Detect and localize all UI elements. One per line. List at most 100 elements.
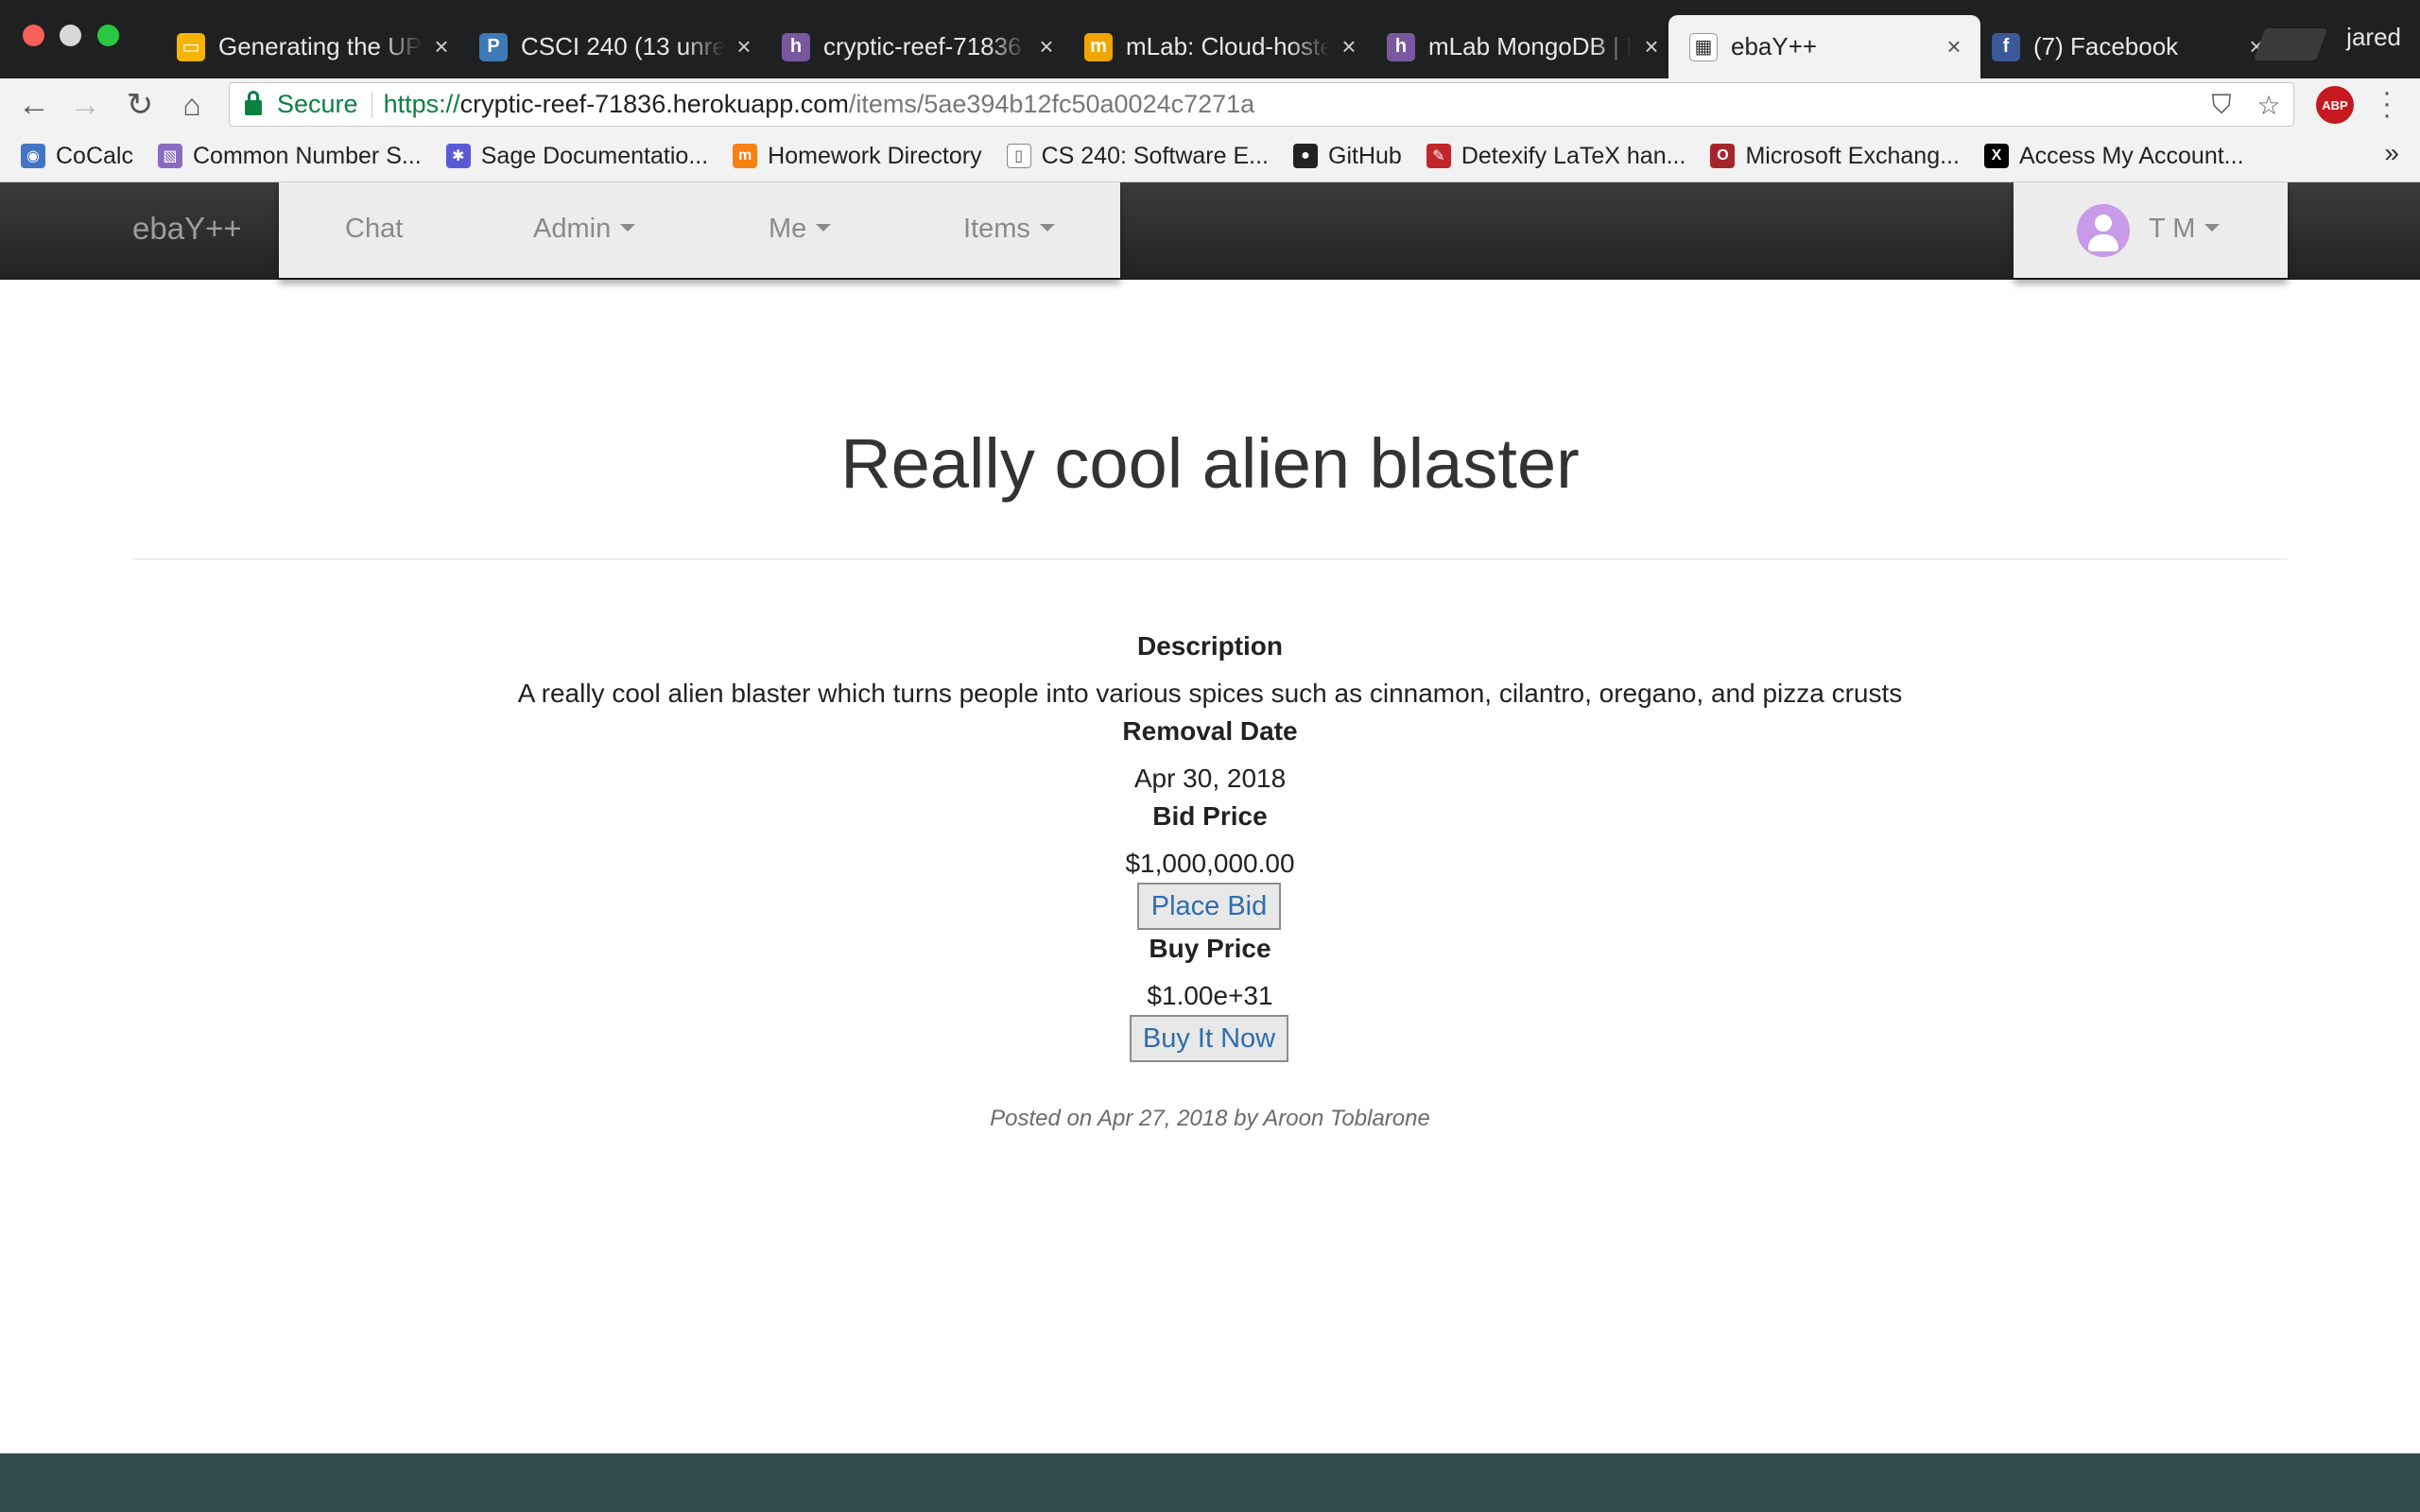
nav-menu: Chat Admin Me Items	[279, 182, 1120, 278]
posted-info: Posted on Apr 27, 2018 by Aroon Toblaron…	[990, 1106, 1430, 1131]
buy-price-label: Buy Price	[1149, 934, 1271, 963]
site-favicon: ▦	[1689, 32, 1718, 61]
nav-item-label: Items	[963, 214, 1030, 244]
shield-blocked-icon[interactable]: ⛉	[2204, 90, 2238, 120]
browser-tab[interactable]: ▭ Generating the UP ×	[156, 15, 468, 78]
browser-tab[interactable]: f (7) Facebook ×	[1971, 15, 2283, 78]
url-host: cryptic-reef-71836.herokuapp.com	[459, 90, 849, 118]
nav-item-admin[interactable]: Admin	[533, 214, 636, 245]
site-navbar: ebaY++ Chat Admin Me Items T M	[0, 182, 2420, 280]
github-icon: ●	[1293, 144, 1318, 168]
home-icon[interactable]: ⌂	[173, 86, 211, 124]
profile-name[interactable]: jared	[2346, 23, 2401, 52]
tab-title: mLab MongoDB | Heroku	[1428, 32, 1633, 60]
bookmark-label: Sage Documentatio...	[480, 142, 709, 169]
adblock-plus-icon[interactable]: ABP	[2316, 86, 2354, 124]
bookmark-item[interactable]: ✎ Detexify LaTeX han...	[1426, 142, 1686, 170]
browser-tab[interactable]: h cryptic-reef-71836 ×	[761, 15, 1073, 78]
sage-icon: ✱	[445, 144, 471, 168]
title-divider	[132, 558, 2288, 559]
new-tab-button[interactable]	[2253, 28, 2328, 60]
url-path: /items/5ae394b12fc50a0024c7271a	[848, 90, 1255, 118]
bookmark-label: CoCalc	[56, 142, 133, 169]
nav-item-me[interactable]: Me	[769, 214, 832, 245]
browser-tab-bar: ▭Generating the UP×PCSCI 240 (13 unread)…	[0, 0, 2420, 78]
bookmark-item[interactable]: m Homework Directory	[733, 142, 982, 170]
facebook-icon: f	[1992, 32, 2020, 61]
place-bid-button[interactable]: Place Bid	[1137, 883, 1281, 930]
tab-title: (7) Facebook	[2033, 32, 2179, 60]
caret-down-icon	[2204, 224, 2221, 232]
image-icon: ▧	[157, 144, 182, 168]
heroku-icon: h	[1387, 32, 1415, 61]
bookmark-label: Detexify LaTeX han...	[1461, 142, 1686, 169]
bookmark-item[interactable]: O Microsoft Exchang...	[1710, 142, 1960, 170]
nav-item-label: Me	[769, 214, 807, 244]
user-initials: T M	[2149, 214, 2221, 245]
browser-tab[interactable]: m mLab: Cloud-hosted ×	[1063, 15, 1375, 78]
bookmark-label: Common Number S...	[192, 142, 422, 169]
bookmark-label: Microsoft Exchang...	[1745, 142, 1960, 169]
tab-title: ebaY++	[1731, 32, 1818, 60]
cocalc-icon: ◉	[21, 144, 45, 168]
nav-item-items[interactable]: Items	[963, 214, 1055, 245]
removal-date-label: Removal Date	[1122, 716, 1298, 746]
secure-label: Secure	[277, 90, 358, 118]
bookmark-item[interactable]: ▯ CS 240: Software E...	[1006, 142, 1269, 170]
caret-down-icon	[620, 224, 636, 232]
bookmark-item[interactable]: X Access My Account...	[1983, 142, 2244, 170]
browser-tab[interactable]: ▦ ebaY++ ×	[1668, 15, 1980, 78]
bookmark-label: GitHub	[1328, 142, 1402, 169]
bookmark-label: CS 240: Software E...	[1041, 142, 1269, 169]
bookmark-item[interactable]: ● GitHub	[1293, 143, 1402, 170]
address-bar[interactable]: Secure https://cryptic-reef-71836.heroku…	[229, 82, 2294, 127]
bid-price-value: $1,000,000.00	[1125, 849, 1295, 878]
tab-title: CSCI 240 (13 unread)	[521, 32, 725, 60]
nav-item-label: Chat	[345, 214, 404, 244]
moodle-icon: m	[733, 144, 758, 168]
buy-price-value: $1.00e+31	[1147, 981, 1273, 1010]
star-icon[interactable]: ☆	[2252, 90, 2286, 120]
more-menu-icon[interactable]: · · ·	[2382, 78, 2392, 129]
browser-tab[interactable]: PCSCI 240 (13 unread)×	[458, 15, 770, 78]
caret-down-icon	[816, 224, 832, 232]
page-footer	[0, 1453, 2420, 1512]
tab-title: Generating the UP	[218, 32, 423, 60]
minimize-window-button[interactable]	[60, 25, 81, 46]
heroku-icon: h	[782, 32, 810, 61]
browser-toolbar: ← → ↻ ⌂ Secure https://cryptic-reef-7183…	[0, 78, 2420, 130]
tab-title: cryptic-reef-71836	[823, 32, 1022, 60]
description-text: A really cool alien blaster which turns …	[517, 679, 1903, 708]
caret-down-icon	[1039, 224, 1055, 232]
forward-arrow-icon[interactable]: →	[66, 86, 104, 124]
page-icon: ▯	[1006, 144, 1031, 168]
reload-icon[interactable]: ↻	[121, 86, 159, 124]
maximize-window-button[interactable]	[97, 25, 119, 46]
detexify-icon: ✎	[1426, 144, 1451, 168]
lock-icon	[245, 90, 262, 115]
description-label: Description	[1136, 631, 1284, 661]
bookmarks-bar: ◉ CoCalc ▧ Common Number S... ✱ Sage Document…	[0, 130, 2420, 182]
close-window-button[interactable]	[23, 25, 44, 46]
bookmark-item[interactable]: ▧ Common Number S...	[157, 142, 422, 170]
bookmark-label: Access My Account...	[2018, 142, 2244, 169]
url-scheme: https://	[383, 90, 460, 118]
nav-item-chat[interactable]: Chat	[345, 214, 403, 245]
bookmark-item[interactable]: ◉ CoCalc	[21, 143, 133, 170]
bid-price-label: Bid Price	[1152, 801, 1268, 831]
bookmark-item[interactable]: ✱ Sage Documentatio...	[445, 142, 709, 170]
user-menu[interactable]: T M	[2014, 182, 2288, 278]
buy-it-now-button[interactable]: Buy It Now	[1130, 1015, 1288, 1062]
page-title: Really cool alien blaster	[840, 424, 1580, 503]
tab-title: mLab: Cloud-hosted	[1126, 32, 1330, 60]
x-icon: X	[1983, 144, 2009, 168]
bookmarks-overflow-icon[interactable]: »	[2384, 138, 2399, 168]
bookmark-label: Homework Directory	[768, 142, 982, 169]
google-slides-icon: ▭	[177, 32, 205, 61]
back-arrow-icon[interactable]: ←	[15, 86, 53, 124]
nav-item-label: Admin	[533, 214, 612, 244]
piazza-icon: P	[479, 32, 508, 61]
brand-link[interactable]: ebaY++	[132, 211, 242, 247]
avatar	[2077, 204, 2130, 257]
browser-tab[interactable]: hmLab MongoDB | Heroku×	[1366, 15, 1678, 78]
